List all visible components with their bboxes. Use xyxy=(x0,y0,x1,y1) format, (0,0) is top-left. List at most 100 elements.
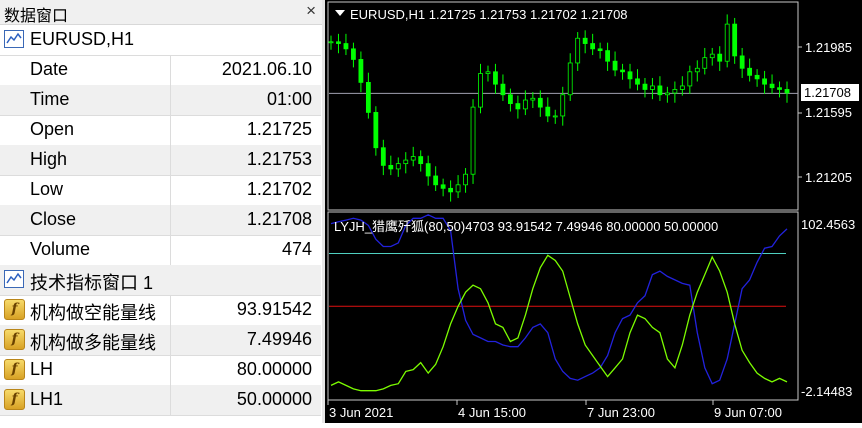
row-value: 2021.06.10 xyxy=(221,59,312,79)
data-window: 数据窗口 × EURUSD,H1 Date 2021.06.10 Time 01… xyxy=(0,0,322,423)
candle-body xyxy=(784,89,790,94)
candle-body xyxy=(336,41,341,44)
row-value: 1.21753 xyxy=(246,149,312,169)
symbol-header-label: EURUSD,H1 xyxy=(30,29,135,49)
chart-canvas[interactable]: EURUSD,H1 1.21725 1.21753 1.21702 1.2170… xyxy=(325,0,862,423)
candle-body xyxy=(418,156,424,165)
candle-body xyxy=(777,87,782,90)
dropdown-triangle-icon[interactable] xyxy=(335,10,345,16)
candle-body xyxy=(500,83,506,96)
row-value: 7.49946 xyxy=(246,329,312,349)
candle-body xyxy=(463,173,468,186)
candle-body xyxy=(627,71,633,80)
candle-body xyxy=(358,59,364,83)
indicator-row-lh1: f LH1 50.00000 xyxy=(0,385,321,416)
indicator-header-label: 技术指标窗口 1 xyxy=(30,273,154,293)
candle-body xyxy=(470,106,476,175)
candle-body xyxy=(537,97,543,108)
chart-window-icon xyxy=(4,30,24,48)
row-label: Volume xyxy=(30,239,91,259)
candle-body xyxy=(650,85,655,90)
candle-body xyxy=(373,112,379,149)
indicator-header-row: 技术指标窗口 1 xyxy=(0,265,321,296)
candle-body xyxy=(672,89,678,94)
candle-body xyxy=(567,62,573,96)
data-row-open: Open 1.21725 xyxy=(0,115,321,146)
candle-body xyxy=(455,184,461,193)
time-tick-label: 3 Jun 2021 xyxy=(329,405,393,420)
candle-body xyxy=(448,187,454,193)
data-row-volume: Volume 474 xyxy=(0,235,321,266)
candle-body xyxy=(433,175,439,186)
candle-body xyxy=(582,37,588,44)
candle-body xyxy=(485,71,491,74)
candle-body xyxy=(365,81,371,113)
indicator-row-lh: f LH 80.00000 xyxy=(0,355,321,386)
close-icon[interactable]: × xyxy=(306,1,316,21)
candle-body xyxy=(552,115,558,118)
function-icon: f xyxy=(4,329,25,350)
row-value: 93.91542 xyxy=(236,299,312,319)
row-label: Low xyxy=(30,179,64,199)
row-value: 80.00000 xyxy=(236,359,312,379)
row-label: 机构做多能量线 xyxy=(30,333,156,353)
row-label: 机构做空能量线 xyxy=(30,303,156,323)
candle-body xyxy=(709,53,715,59)
indicator-max-label: 102.4563 xyxy=(801,217,855,232)
candle-body xyxy=(694,67,700,73)
chart-window[interactable]: EURUSD,H1 1.21725 1.21753 1.21702 1.2170… xyxy=(325,0,862,423)
long-energy-line xyxy=(330,254,788,392)
candle-body xyxy=(515,103,521,110)
candle-body xyxy=(687,71,693,87)
price-tick-label: 1.21205 xyxy=(805,170,852,185)
row-value: 1.21708 xyxy=(246,209,312,229)
candle-body xyxy=(635,78,640,85)
candle-body xyxy=(754,74,760,80)
time-tick-label: 9 Jun 07:00 xyxy=(714,405,782,420)
candle-body xyxy=(478,73,483,108)
candle-body xyxy=(732,23,738,57)
row-label: Close xyxy=(30,209,77,229)
function-icon: f xyxy=(4,299,25,320)
indicator-window-icon xyxy=(4,270,24,288)
indicator-row-long-energy: f 机构做多能量线 7.49946 xyxy=(0,325,321,356)
chart-header: EURUSD,H1 1.21725 1.21753 1.21702 1.2170… xyxy=(350,7,628,22)
candle-body xyxy=(328,41,334,44)
candle-body xyxy=(597,48,603,52)
row-value: 1.21702 xyxy=(246,179,312,199)
candle-body xyxy=(605,50,610,62)
candle-body xyxy=(762,78,767,85)
candle-body xyxy=(530,97,536,101)
candle-body xyxy=(343,43,349,50)
candle-body xyxy=(410,156,416,161)
candle-body xyxy=(403,159,409,165)
candle-body xyxy=(664,92,670,96)
indicator-min-label: -2.14483 xyxy=(801,384,852,399)
row-value: 474 xyxy=(281,239,312,259)
candle-body xyxy=(508,94,513,104)
indicator-row-short-energy: f 机构做空能量线 93.91542 xyxy=(0,295,321,326)
candle-body xyxy=(769,83,775,89)
candle-body xyxy=(522,99,528,110)
data-row-date: Date 2021.06.10 xyxy=(0,55,321,86)
data-row-low: Low 1.21702 xyxy=(0,175,321,206)
candle-body xyxy=(440,184,446,189)
time-tick-label: 7 Jun 23:00 xyxy=(587,405,655,420)
data-row-high: High 1.21753 xyxy=(0,145,321,176)
candle-body xyxy=(545,106,551,117)
candle-body xyxy=(747,67,753,76)
candle-body xyxy=(657,85,663,96)
candle-body xyxy=(612,60,618,71)
short-energy-line xyxy=(330,214,788,385)
data-window-titlebar[interactable]: 数据窗口 × xyxy=(0,0,322,25)
data-window-title: 数据窗口 xyxy=(4,8,69,25)
price-series xyxy=(328,14,790,202)
candle-body xyxy=(679,85,685,90)
row-value: 50.00000 xyxy=(236,389,312,409)
candle-body xyxy=(425,163,431,177)
price-tick-label: 1.21595 xyxy=(805,105,852,120)
row-label: LH xyxy=(30,359,54,379)
candle-body xyxy=(739,55,745,69)
time-tick-label: 4 Jun 15:00 xyxy=(458,405,526,420)
price-scale: 1.21985 1.21595 1.21205 xyxy=(798,40,852,185)
